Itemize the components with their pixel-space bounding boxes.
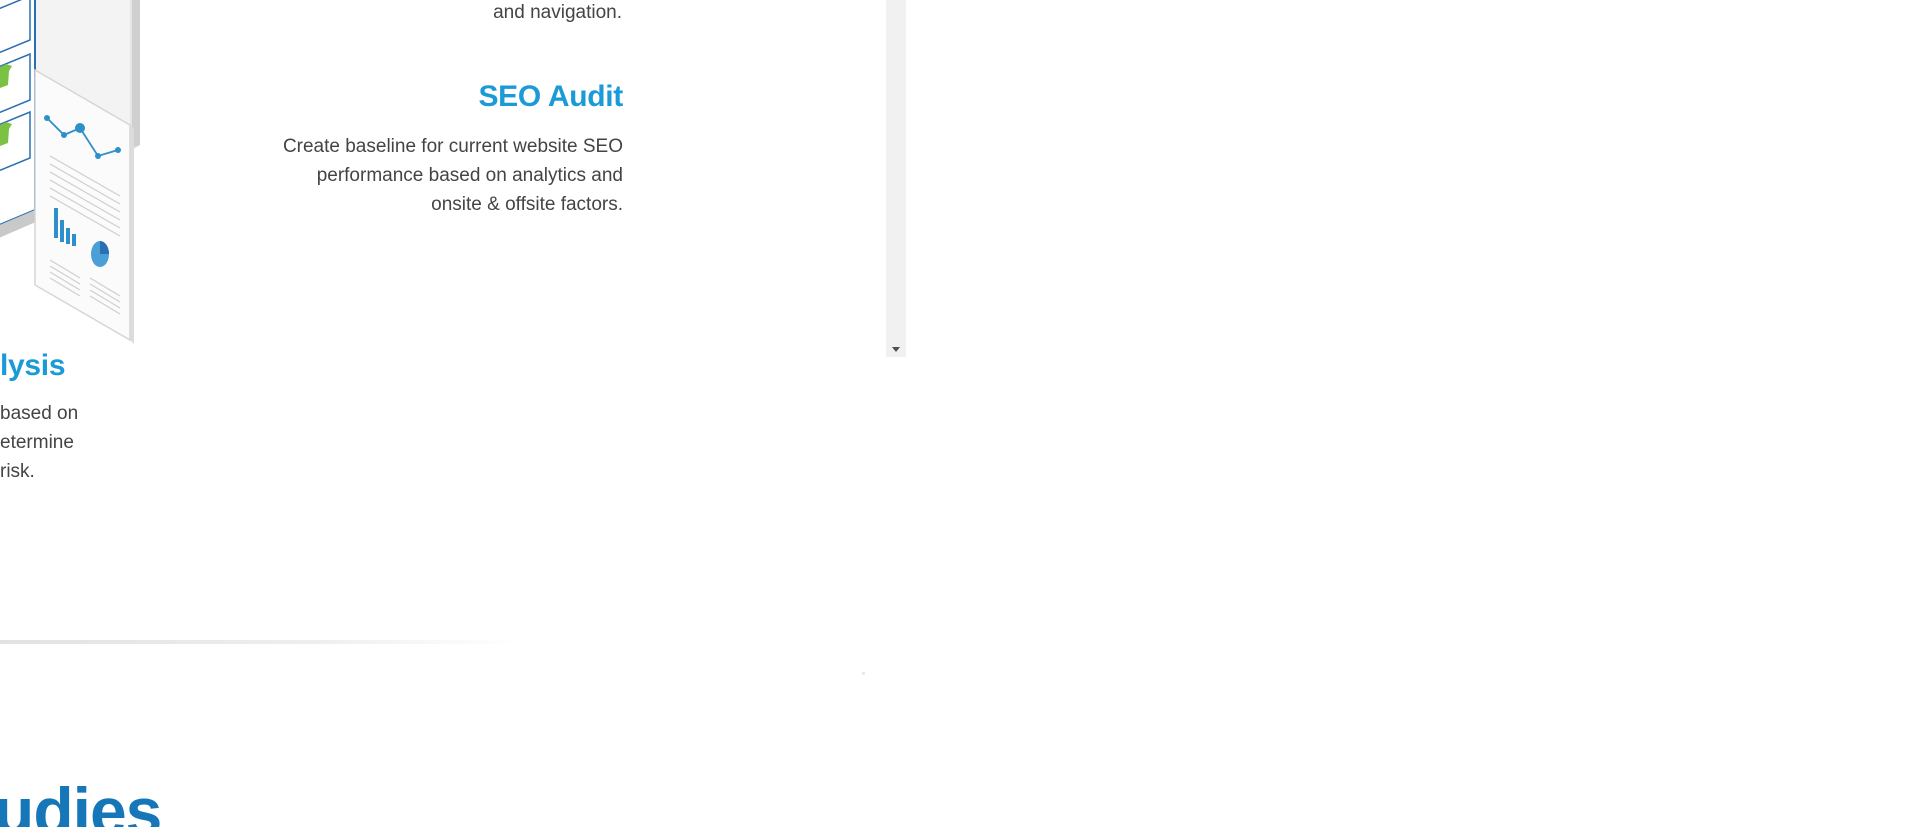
seo-audit-desc-line: performance based on analytics and (316, 165, 623, 186)
chevron-down-icon (892, 346, 900, 352)
seo-audit-desc-line: Create baseline for current website SEO (282, 136, 623, 157)
devices-report-illustration (0, 0, 140, 344)
case-studies-heading: udies (0, 774, 162, 827)
analysis-desc-line: etermine (0, 432, 74, 453)
navigation-description-tail: and navigation. (493, 2, 622, 23)
vertical-scrollbar[interactable] (886, 0, 906, 357)
analysis-desc-line: based on (0, 403, 79, 424)
scroll-down-button[interactable] (886, 341, 906, 357)
services-frame: and navigation. SEO Audit Create baselin… (0, 0, 906, 357)
analysis-description: based on etermine risk. (0, 399, 78, 486)
decorative-dot (862, 672, 865, 675)
analysis-desc-line: risk. (0, 461, 35, 482)
seo-audit-description: Create baseline for current website SEO … (230, 132, 623, 219)
seo-audit-desc-line: onsite & offsite factors. (431, 194, 623, 215)
seo-audit-title: SEO Audit (478, 80, 623, 113)
analysis-title: lysis (0, 349, 66, 382)
section-divider (0, 640, 520, 644)
page: and navigation. SEO Audit Create baselin… (0, 0, 1920, 827)
